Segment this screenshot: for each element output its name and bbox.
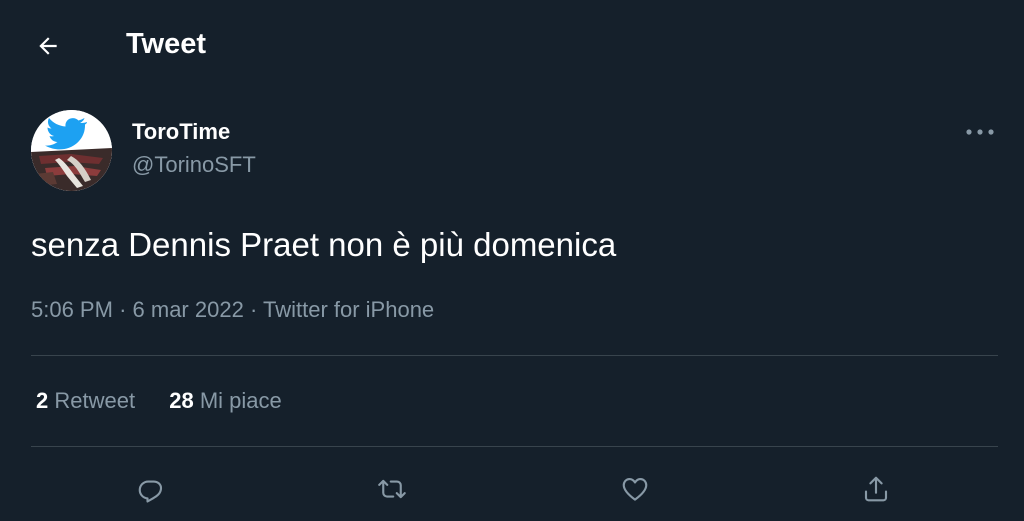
meta-separator: · bbox=[119, 297, 127, 322]
retweet-button[interactable] bbox=[372, 469, 412, 509]
share-icon bbox=[864, 476, 888, 502]
more-options-button[interactable] bbox=[962, 118, 998, 146]
likes-stat[interactable]: 28 Mi piace bbox=[169, 387, 282, 415]
author-display-name[interactable]: ToroTime bbox=[132, 118, 230, 146]
retweets-stat[interactable]: 2 Retweet bbox=[36, 387, 135, 415]
tweet-text: senza Dennis Praet non è più domenica bbox=[31, 226, 617, 263]
tweet-time[interactable]: 5:06 PM bbox=[31, 297, 113, 322]
likes-label: Mi piace bbox=[199, 388, 282, 413]
back-button[interactable] bbox=[30, 28, 66, 64]
retweet-icon bbox=[378, 479, 406, 499]
meta-separator: · bbox=[249, 297, 258, 322]
tweet-stats: 2 Retweet 28 Mi piace bbox=[36, 387, 282, 415]
retweets-label: Retweet bbox=[54, 388, 136, 413]
page-title: Tweet bbox=[126, 28, 207, 60]
header: Tweet bbox=[0, 0, 1024, 90]
reply-button[interactable] bbox=[131, 469, 171, 509]
arrow-left-icon bbox=[39, 37, 57, 55]
author-handle[interactable]: @TorinoSFT bbox=[132, 151, 256, 179]
more-horizontal-icon bbox=[966, 129, 994, 135]
divider bbox=[31, 446, 998, 447]
tweet-source[interactable]: Twitter for iPhone bbox=[263, 297, 434, 322]
twitter-bird-icon bbox=[31, 110, 112, 191]
like-button[interactable] bbox=[615, 469, 655, 509]
tweet-meta: 5:06 PM · 6 mar 2022 · Twitter for iPhon… bbox=[31, 296, 434, 324]
divider bbox=[31, 355, 998, 356]
share-button[interactable] bbox=[856, 469, 896, 509]
avatar[interactable] bbox=[31, 110, 112, 191]
likes-count: 28 bbox=[169, 388, 194, 413]
tweet-page: Tweet ToroTime @TorinoSFT senza Dennis P… bbox=[0, 0, 1024, 521]
tweet-date[interactable]: 6 mar 2022 bbox=[133, 297, 244, 322]
like-icon bbox=[622, 477, 648, 501]
retweets-count: 2 bbox=[36, 388, 49, 413]
tweet-actions bbox=[0, 465, 1024, 511]
reply-icon bbox=[138, 480, 163, 503]
